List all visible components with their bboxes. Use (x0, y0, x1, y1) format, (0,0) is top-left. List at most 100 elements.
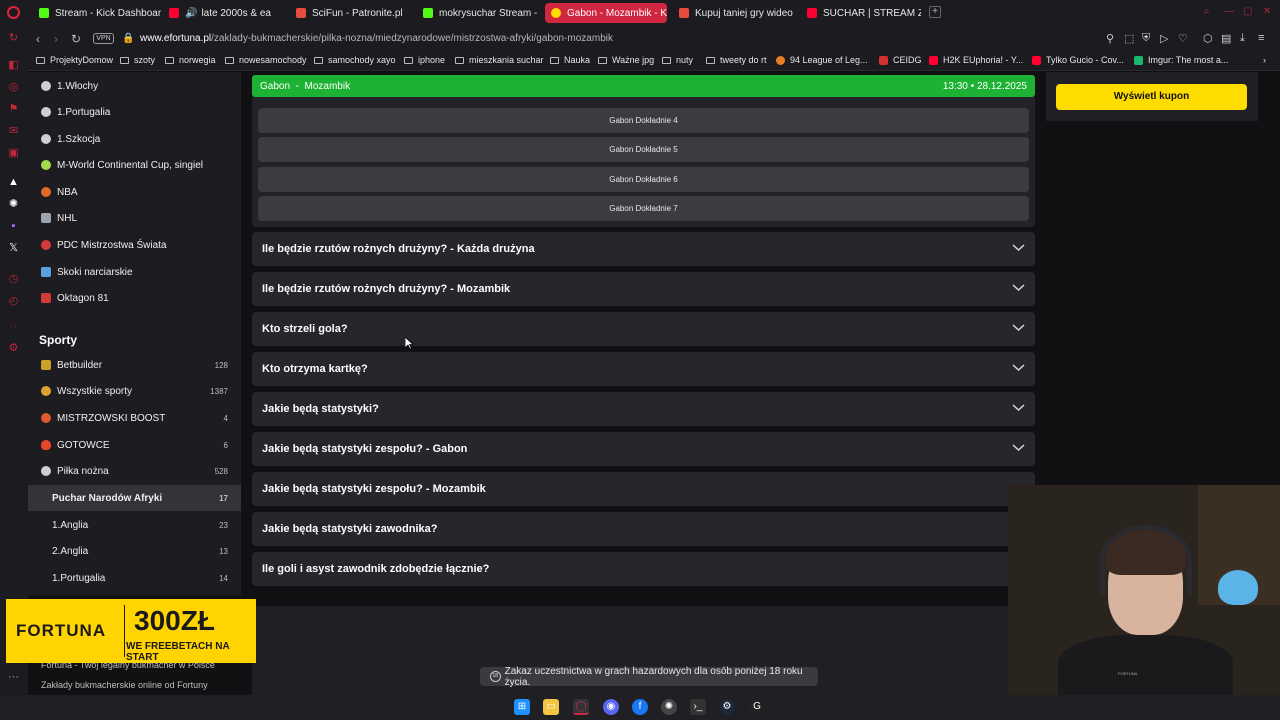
steam-icon[interactable]: ⚙ (719, 699, 735, 715)
menu-icon[interactable]: ≡ (1258, 32, 1264, 44)
odd-button[interactable]: Gabon Dokładnie 5 (258, 137, 1029, 162)
snapshot-icon[interactable]: ⬚ (1124, 32, 1134, 45)
x-icon[interactable]: 𝕏 (7, 242, 20, 255)
odd-button[interactable]: Gabon Dokładnie 4 (258, 108, 1029, 133)
bookmark-folder[interactable]: Nauka (550, 55, 590, 65)
settings-icon[interactable]: ⚙ (7, 342, 20, 355)
back-icon[interactable]: ‹ (36, 32, 40, 46)
market-accordion[interactable]: Kto strzeli gola? (252, 312, 1035, 346)
bookmark-site[interactable]: H2K EUphoria! - Y... (929, 55, 1023, 65)
file-explorer-icon[interactable]: ▭ (543, 699, 559, 715)
pinboard-icon[interactable]: ◌ (7, 320, 20, 333)
history-icon[interactable]: ◷ (7, 273, 20, 286)
forward-icon[interactable]: › (54, 32, 58, 46)
bookmark-folder[interactable]: samochody xayo (314, 55, 396, 65)
url-field[interactable]: www.efortuna.pl/zaklady-bukmacherskie/pi… (140, 33, 613, 44)
opera-gx-icon[interactable]: ◯ (573, 699, 589, 715)
bookmark-folder[interactable]: ProjektyDomow (36, 55, 113, 65)
bookmark-site[interactable]: Tylko Gucio - Cov... (1032, 55, 1124, 65)
market-accordion[interactable]: Jakie będą statystyki zawodnika? (252, 512, 1035, 546)
reload-icon[interactable]: ↻ (7, 32, 20, 45)
bookmark-folder[interactable]: nuty (662, 55, 693, 65)
gx-icon[interactable]: ▣ (7, 147, 20, 160)
search-tabs-icon[interactable]: ⌕ (1204, 6, 1210, 17)
show-coupon-button[interactable]: Wyświetl kupon (1056, 84, 1247, 110)
nav-item-boost[interactable]: MISTRZOWSKI BOOST 4 (28, 405, 241, 431)
shield-icon[interactable]: ⛨ (1142, 32, 1150, 45)
nav-item-football[interactable]: Piłka nożna 528 (28, 458, 241, 484)
tab-4-active[interactable]: Gabon - Mozambik - Kur (545, 3, 667, 23)
nav-item[interactable]: NBA (28, 179, 241, 205)
market-accordion[interactable]: Jakie będą statystyki? (252, 392, 1035, 426)
chatgpt-icon[interactable]: ✺ (7, 198, 20, 211)
market-accordion[interactable]: Jakie będą statystyki zespołu? - Mozambi… (252, 472, 1035, 506)
tab-1[interactable]: 🔊 late 2000s & ea (163, 3, 278, 23)
bookmark-folder[interactable]: iphone (404, 55, 445, 65)
vpn-badge[interactable]: VPN (93, 33, 114, 44)
gx-control-icon[interactable]: ◎ (7, 81, 20, 94)
reload-icon[interactable]: ↻ (71, 32, 81, 46)
nav-item[interactable]: 1.Szkocja (28, 126, 241, 152)
minimize-icon[interactable]: — (1224, 6, 1234, 17)
market-accordion[interactable]: Ile będzie rzutów rożnych drużyny? - Każ… (252, 232, 1035, 266)
heart-icon[interactable]: ♡ (1178, 32, 1188, 45)
bookmark-folder[interactable]: norwegia (165, 55, 216, 65)
terminal-icon[interactable]: ›_ (690, 699, 706, 715)
tab-5[interactable]: Kupuj taniej gry wideo na (673, 3, 795, 23)
market-accordion[interactable]: Ile będzie rzutów rożnych drużyny? - Moz… (252, 272, 1035, 306)
nav-subitem-afcon[interactable]: Puchar Narodów Afryki 17 (28, 485, 241, 511)
nav-subitem[interactable]: 2.Anglia 13 (28, 538, 241, 564)
nav-item[interactable]: NHL (28, 205, 241, 231)
maximize-icon[interactable]: ▢ (1243, 6, 1252, 17)
lock-icon[interactable]: 🔒 (122, 33, 134, 44)
g-hub-icon[interactable]: G (749, 699, 765, 715)
extensions-icon[interactable]: ⬡ (1203, 32, 1213, 45)
bookmark-site[interactable]: 94 League of Leg... (776, 55, 868, 65)
tab-6[interactable]: SUCHAR | STREAM Z NO (801, 3, 921, 23)
market-accordion[interactable]: Jakie będą statystyki zespołu? - Gabon (252, 432, 1035, 466)
fortuna-promo-banner[interactable]: FORTUNA 300ZŁ WE FREEBETACH NA START (6, 599, 256, 663)
bookmark-folder[interactable]: nowesamochody (225, 55, 307, 65)
nav-subitem[interactable]: 1.Portugalia 14 (28, 565, 241, 591)
wallet-icon[interactable]: ▤ (1221, 32, 1231, 45)
facebook-icon[interactable]: f (632, 699, 648, 715)
new-tab-icon[interactable]: + (929, 6, 941, 18)
bookmark-site[interactable]: CEIDG (879, 55, 922, 65)
pin-icon[interactable]: ⚲ (1106, 32, 1114, 45)
nav-item-all-sports[interactable]: Wszystkie sporty 1387 (28, 378, 241, 404)
gx-corner-icon[interactable]: ⚑ (7, 103, 20, 116)
clock-icon[interactable]: ◴ (7, 295, 20, 308)
bookmark-folder[interactable]: tweety do rt (706, 55, 767, 65)
tab-0[interactable]: Stream - Kick Dashboard (33, 3, 161, 23)
nav-item-gotowce[interactable]: GOTOWCE 6 (28, 432, 241, 458)
more-icon[interactable]: ⋯ (7, 671, 20, 684)
nav-item-betbuilder[interactable]: Betbuilder 128 (28, 352, 241, 378)
discord-icon[interactable]: ◉ (603, 699, 619, 715)
bookmark-folder[interactable]: Ważne jpg (598, 55, 654, 65)
tab-2[interactable]: SciFun - Patronite.pl (290, 3, 410, 23)
speed-dial-icon[interactable]: ◧ (7, 59, 20, 72)
market-accordion[interactable]: Kto otrzyma kartkę? (252, 352, 1035, 386)
player-icon[interactable]: ▷ (1160, 32, 1168, 45)
tab-3[interactable]: mokrysuchar Stream - W (417, 3, 539, 23)
bookmark-folder[interactable]: szoty (120, 55, 155, 65)
windows-start-icon[interactable]: ⊞ (514, 699, 530, 715)
chatgpt-icon[interactable]: ✺ (661, 699, 677, 715)
nav-item[interactable]: PDC Mistrzostwa Świata (28, 232, 241, 258)
twitch-icon[interactable]: ▪ (7, 220, 20, 233)
nav-item[interactable]: M-World Continental Cup, singiel (28, 152, 241, 178)
opera-logo-icon[interactable] (7, 6, 20, 19)
nav-item[interactable]: 1.Włochy (28, 73, 241, 99)
messenger-icon[interactable]: ✉ (7, 125, 20, 138)
download-icon[interactable]: ⤓ (1240, 32, 1245, 45)
bookmark-site[interactable]: Imgur: The most a... (1134, 55, 1228, 65)
bookmark-folder[interactable]: mieszkania suchar (455, 55, 544, 65)
bookmarks-more-icon[interactable]: › (1263, 55, 1266, 65)
aria-icon[interactable]: ▲ (7, 176, 20, 189)
market-accordion[interactable]: Ile goli i asyst zawodnik zdobędzie łącz… (252, 552, 1035, 586)
nav-subitem[interactable]: 1.Anglia 23 (28, 512, 241, 538)
nav-item[interactable]: Skoki narciarskie (28, 259, 241, 285)
close-icon[interactable]: ✕ (1263, 6, 1271, 17)
nav-item[interactable]: Oktagon 81 (28, 285, 241, 311)
odd-button[interactable]: Gabon Dokładnie 6 (258, 167, 1029, 192)
